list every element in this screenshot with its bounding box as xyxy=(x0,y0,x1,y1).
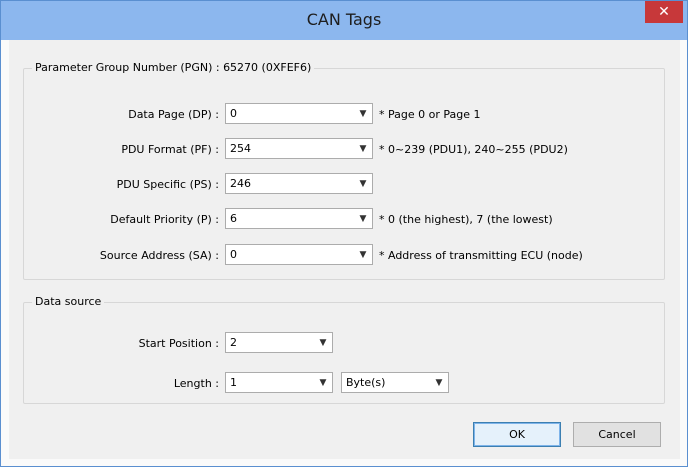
pdu-format-value: 254 xyxy=(230,142,251,155)
chevron-down-icon: ▼ xyxy=(359,143,367,154)
chevron-down-icon: ▼ xyxy=(319,377,327,388)
pgn-group-title: Parameter Group Number (PGN) : 65270 (0X… xyxy=(32,61,315,74)
chevron-down-icon: ▼ xyxy=(359,213,367,224)
cancel-button[interactable]: Cancel xyxy=(573,422,661,447)
dialog-title: CAN Tags xyxy=(306,10,382,29)
start-position-label: Start Position : xyxy=(138,337,219,350)
data-page-label: Data Page (DP) : xyxy=(128,108,219,121)
default-priority-value: 6 xyxy=(230,212,237,225)
can-tags-dialog: CAN Tags ✕ Parameter Group Number (PGN) … xyxy=(0,0,688,467)
data-page-select[interactable]: 0 ▼ xyxy=(225,103,373,124)
length-unit-select[interactable]: Byte(s) ▼ xyxy=(341,372,449,393)
data-page-note: * Page 0 or Page 1 xyxy=(379,108,481,121)
pdu-format-select[interactable]: 254 ▼ xyxy=(225,138,373,159)
dialog-client-area: Parameter Group Number (PGN) : 65270 (0X… xyxy=(9,40,680,459)
data-page-value: 0 xyxy=(230,107,237,120)
ok-button[interactable]: OK xyxy=(473,422,561,447)
chevron-down-icon: ▼ xyxy=(435,377,443,388)
default-priority-label: Default Priority (P) : xyxy=(110,213,219,226)
source-address-note: * Address of transmitting ECU (node) xyxy=(379,249,583,262)
title-bar[interactable]: CAN Tags ✕ xyxy=(1,1,687,40)
start-position-value: 2 xyxy=(230,336,237,349)
close-icon: ✕ xyxy=(658,4,670,20)
chevron-down-icon: ▼ xyxy=(359,249,367,260)
pdu-specific-select[interactable]: 246 ▼ xyxy=(225,173,373,194)
chevron-down-icon: ▼ xyxy=(319,337,327,348)
close-button[interactable]: ✕ xyxy=(645,1,683,23)
source-address-select[interactable]: 0 ▼ xyxy=(225,244,373,265)
length-unit-value: Byte(s) xyxy=(346,376,386,389)
length-value: 1 xyxy=(230,376,237,389)
pdu-specific-label: PDU Specific (PS) : xyxy=(116,178,219,191)
source-address-label: Source Address (SA) : xyxy=(99,249,219,262)
pdu-format-note: * 0~239 (PDU1), 240~255 (PDU2) xyxy=(379,143,568,156)
default-priority-note: * 0 (the highest), 7 (the lowest) xyxy=(379,213,553,226)
data-source-group-title: Data source xyxy=(32,295,105,308)
chevron-down-icon: ▼ xyxy=(359,108,367,119)
pdu-specific-value: 246 xyxy=(230,177,251,190)
source-address-value: 0 xyxy=(230,248,237,261)
pdu-format-label: PDU Format (PF) : xyxy=(121,143,219,156)
start-position-select[interactable]: 2 ▼ xyxy=(225,332,333,353)
chevron-down-icon: ▼ xyxy=(359,178,367,189)
default-priority-select[interactable]: 6 ▼ xyxy=(225,208,373,229)
length-select[interactable]: 1 ▼ xyxy=(225,372,333,393)
length-label: Length : xyxy=(173,377,219,390)
